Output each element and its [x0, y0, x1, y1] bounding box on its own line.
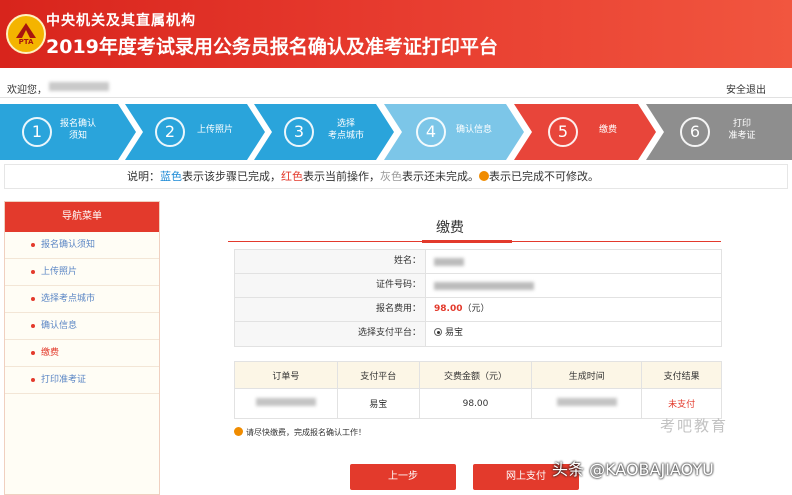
- legend-text-1: 表示该步骤已完成，: [182, 170, 281, 183]
- info-row-name: 姓名：: [235, 250, 721, 274]
- bullet-icon: [31, 297, 35, 301]
- step-2[interactable]: 2 上传照片: [125, 104, 265, 160]
- mountain-icon: [16, 23, 36, 38]
- legend-blue: 蓝色: [160, 170, 182, 183]
- table-row: 易宝 98.00 未支付: [234, 388, 722, 419]
- status-legend: 说明：蓝色表示该步骤已完成，红色表示当前操作，灰色表示还未完成。 表示已完成不可修…: [4, 164, 788, 189]
- fee-unit: （元）: [462, 304, 490, 314]
- info-row-fee: 报名费用： 98.00（元）: [235, 298, 721, 322]
- redacted-time: [556, 398, 617, 406]
- sidebar-item-confirm-info[interactable]: 确认信息: [5, 313, 159, 340]
- prev-step-button[interactable]: 上一步: [350, 464, 456, 490]
- sidebar-item-print-ticket[interactable]: 打印准考证: [5, 367, 159, 394]
- welcome-label: 欢迎您，: [7, 85, 47, 96]
- welcome-bar: 欢迎您， 安全退出: [0, 76, 792, 98]
- col-pay-result: 支付结果: [641, 361, 722, 389]
- platform-value: 易宝: [445, 328, 464, 338]
- step-number: 6: [680, 117, 710, 147]
- id-number-label: 证件号码：: [235, 274, 426, 297]
- legend-red: 红色: [281, 170, 303, 183]
- payment-info-table: 姓名： 证件号码： 报名费用： 98.00（元） 选择支付平台： 易宝: [234, 249, 722, 347]
- fee-label: 报名费用：: [235, 298, 426, 321]
- fee-value-wrap: 98.00（元）: [434, 298, 489, 321]
- step-1[interactable]: 1 报名确认 须知: [0, 104, 136, 160]
- col-created-time: 生成时间: [531, 361, 643, 389]
- step-label: 报名确认 须知: [59, 119, 96, 141]
- step-6[interactable]: 6 打印 准考证: [646, 104, 792, 160]
- sidebar-item-notice[interactable]: 报名确认须知: [5, 232, 159, 259]
- header-banner: PTA 中央机关及其直属机构 2019年度考试录用公务员报名确认及准考证打印平台: [0, 0, 792, 68]
- platform-cell: 易宝: [336, 388, 420, 419]
- sidebar-nav: 导航菜单 报名确认须知 上传照片 选择考点城市 确认信息 缴费 打印准考证: [4, 201, 160, 495]
- legend-prefix: 说明：: [127, 170, 160, 183]
- step-number: 5: [548, 117, 578, 147]
- sidebar-item-upload-photo[interactable]: 上传照片: [5, 259, 159, 286]
- legend-text-4: 表示已完成不可修改。: [489, 170, 599, 183]
- radio-selected-icon[interactable]: [434, 328, 442, 336]
- info-row-platform: 选择支付平台： 易宝: [235, 322, 721, 346]
- pta-logo: PTA: [6, 14, 46, 54]
- main-panel: 缴费 姓名： 证件号码： 报名费用： 98.00（元） 选择支付平台： 易宝 订…: [166, 201, 792, 495]
- progress-steps: 1 报名确认 须知 2 上传照片 3 选择 考点城市 4 确认信息 5 缴费 6…: [0, 104, 792, 160]
- legend-text-2: 表示当前操作，: [303, 170, 380, 183]
- step-label: 选择 考点城市: [327, 119, 364, 141]
- bullet-icon: [31, 270, 35, 274]
- sidebar-item-label: 确认信息: [41, 321, 78, 331]
- redacted-id-number: [434, 282, 534, 290]
- sidebar-item-select-city[interactable]: 选择考点城市: [5, 286, 159, 313]
- col-amount: 交费金额（元）: [418, 361, 533, 389]
- logo-text: PTA: [18, 38, 34, 46]
- step-label: 缴费: [598, 125, 617, 135]
- toutiao-watermark: 头条 @KAOBAJIAOYU: [552, 460, 714, 479]
- order-table: 订单号 支付平台 交费金额（元） 生成时间 支付结果 易宝 98.00 未支付: [234, 361, 722, 419]
- step-number: 3: [284, 117, 314, 147]
- step-label: 确认信息: [455, 125, 492, 135]
- redacted-order-no: [255, 398, 316, 406]
- sidebar-item-label: 上传照片: [41, 267, 78, 277]
- time-cell: [531, 388, 643, 419]
- org-name: 中央机关及其直属机构: [46, 13, 196, 29]
- legend-text-3: 表示还未完成。: [402, 170, 479, 183]
- sidebar-item-label: 缴费: [41, 348, 60, 358]
- info-row-id: 证件号码：: [235, 274, 721, 298]
- col-order-no: 订单号: [234, 361, 338, 389]
- logout-link[interactable]: 安全退出: [726, 81, 766, 96]
- brand-watermark: 考吧教育: [660, 417, 729, 435]
- step-3[interactable]: 3 选择 考点城市: [254, 104, 394, 160]
- step-5-current[interactable]: 5 缴费: [514, 104, 656, 160]
- step-number: 2: [155, 117, 185, 147]
- platform-label: 选择支付平台：: [235, 322, 426, 346]
- platform-option[interactable]: 易宝: [434, 322, 463, 345]
- warning-icon: [234, 427, 243, 436]
- notice-text: 请尽快缴费，完成报名确认工作！: [246, 428, 366, 437]
- page-title: 2019年度考试录用公务员报名确认及准考证打印平台: [46, 36, 498, 58]
- legend-gray: 灰色: [380, 170, 402, 183]
- bullet-icon: [31, 324, 35, 328]
- bullet-icon: [31, 243, 35, 247]
- order-no-cell: [234, 388, 338, 419]
- redacted-username: [49, 82, 109, 91]
- bullet-icon: [31, 351, 35, 355]
- sidebar-item-label: 打印准考证: [41, 375, 87, 385]
- step-label: 打印 准考证: [728, 119, 756, 141]
- sidebar-item-payment[interactable]: 缴费: [5, 340, 159, 367]
- amount-cell: 98.00: [418, 388, 533, 419]
- redacted-name: [434, 258, 464, 266]
- sidebar-item-label: 报名确认须知: [41, 240, 96, 250]
- section-title: 缴费: [436, 220, 464, 236]
- pay-result-cell: 未支付: [641, 388, 722, 419]
- order-header-row: 订单号 支付平台 交费金额（元） 生成时间 支付结果: [234, 361, 722, 389]
- payment-notice: 请尽快缴费，完成报名确认工作！: [234, 427, 366, 438]
- sidebar-heading: 导航菜单: [5, 202, 159, 232]
- step-4[interactable]: 4 确认信息: [384, 104, 524, 160]
- lock-icon: [479, 171, 489, 181]
- step-label: 上传照片: [196, 125, 233, 135]
- sidebar-item-label: 选择考点城市: [41, 294, 96, 304]
- name-label: 姓名：: [235, 250, 426, 273]
- fee-amount: 98.00: [434, 304, 463, 314]
- col-platform: 支付平台: [336, 361, 420, 389]
- bullet-icon: [31, 378, 35, 382]
- title-underline: [422, 240, 512, 243]
